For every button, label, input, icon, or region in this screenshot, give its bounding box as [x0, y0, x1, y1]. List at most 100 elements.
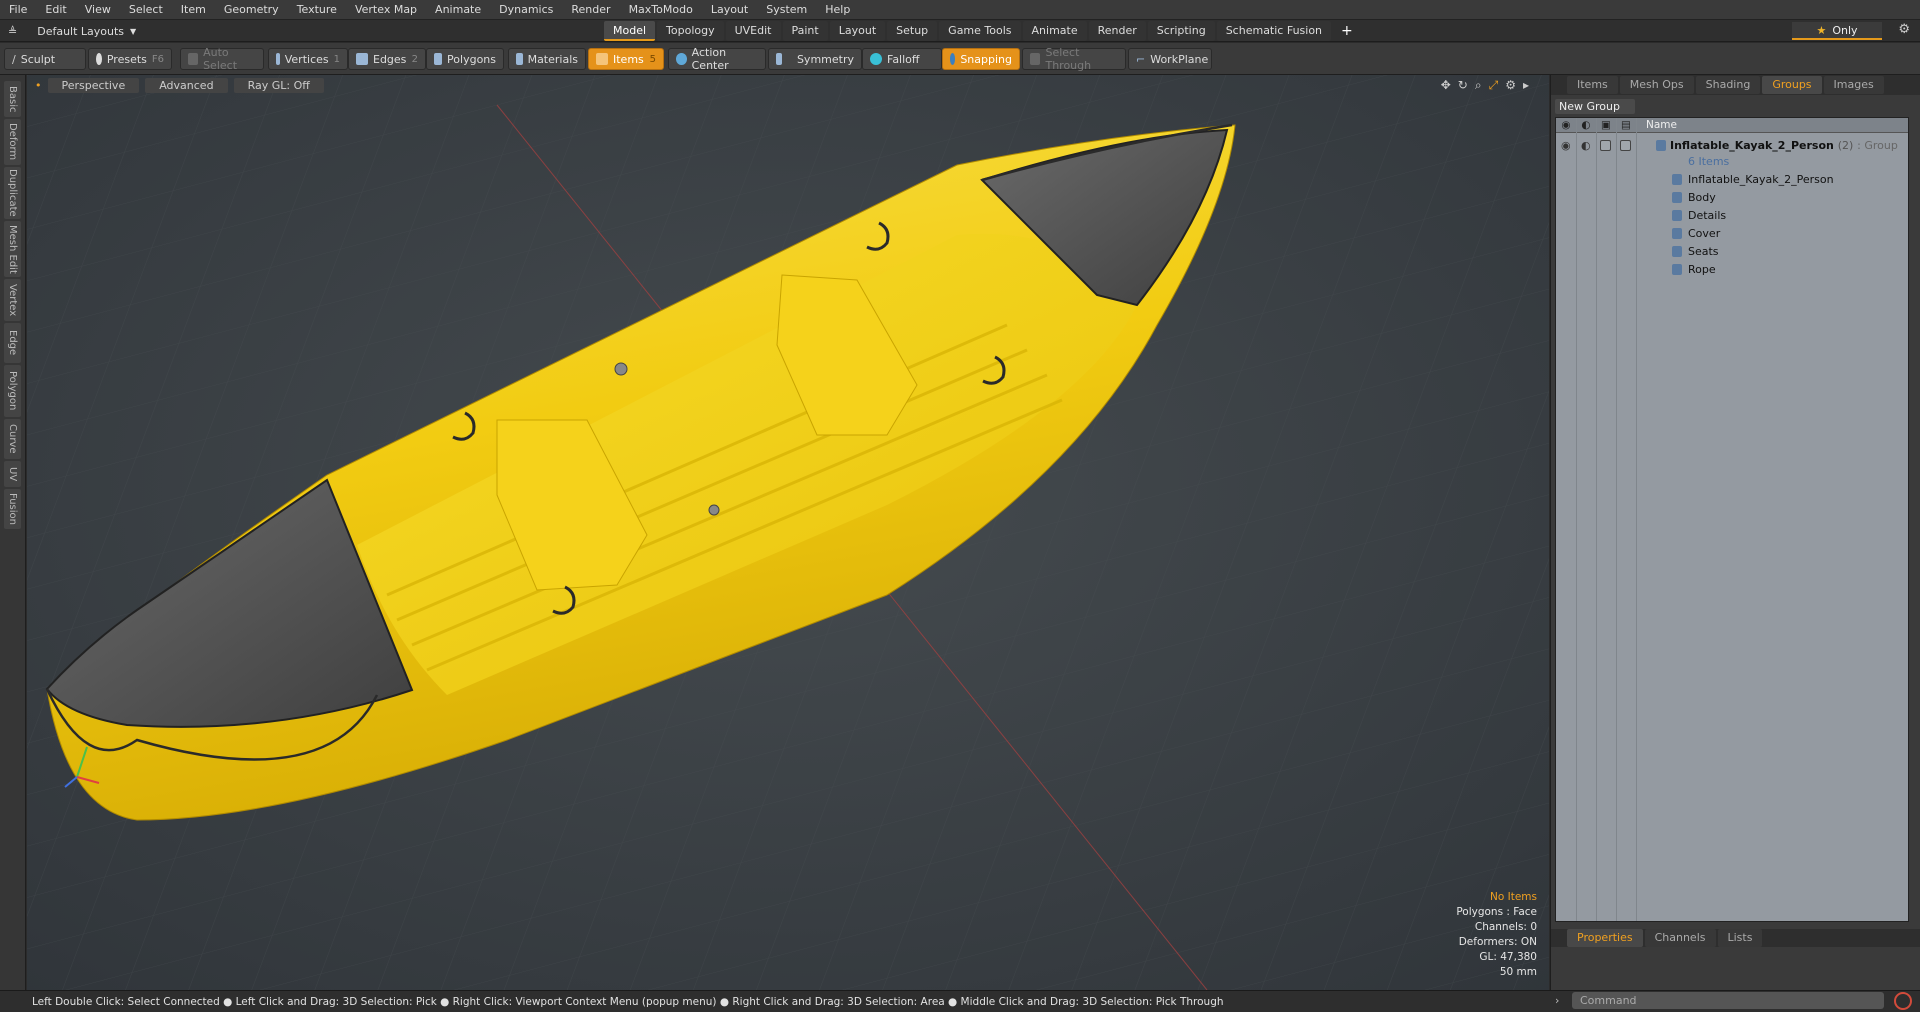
shading-button[interactable]: Advanced	[145, 77, 228, 93]
left-tab-basic[interactable]: Basic	[4, 81, 21, 117]
collapse-icon[interactable]: ≜	[8, 25, 17, 38]
panel-tab-groups[interactable]: Groups	[1762, 76, 1822, 94]
3d-viewport[interactable]: • Perspective Advanced Ray GL: Off ✥ ↻ ⌕…	[27, 75, 1549, 990]
items-button[interactable]: Items 5	[588, 48, 664, 70]
snapping-icon	[950, 53, 956, 65]
menu-item-layout[interactable]: Layout	[702, 0, 757, 20]
view-mode-button[interactable]: Perspective	[47, 77, 140, 93]
star-icon: ★	[1816, 23, 1827, 37]
lock-column-icon: ▣	[1601, 119, 1611, 131]
tab-game-tools[interactable]: Game Tools	[939, 21, 1021, 41]
panel-tab-shading[interactable]: Shading	[1695, 76, 1761, 94]
menu-item-edit[interactable]: Edit	[36, 0, 75, 20]
viewport-menu-dot[interactable]: •	[35, 79, 42, 92]
hud-scale: 50 mm	[1499, 966, 1537, 978]
command-arrow-icon[interactable]: ›	[1555, 994, 1559, 1007]
only-toggle[interactable]: ★ Only	[1792, 22, 1882, 40]
menu-item-file[interactable]: File	[0, 0, 36, 20]
menu-item-maxtomodo[interactable]: MaxToModo	[620, 0, 702, 20]
menu-item-item[interactable]: Item	[172, 0, 215, 20]
zoom-icon[interactable]: ⌕	[1475, 78, 1482, 93]
menu-item-texture[interactable]: Texture	[288, 0, 346, 20]
tab-topology[interactable]: Topology	[657, 21, 724, 41]
tab-setup[interactable]: Setup	[887, 21, 938, 41]
gear-icon[interactable]: ⚙	[1898, 22, 1910, 37]
menu-item-animate[interactable]: Animate	[426, 0, 490, 20]
snapping-button[interactable]: Snapping	[942, 48, 1020, 70]
raygl-button[interactable]: Ray GL: Off	[233, 77, 324, 93]
panel-tab-mesh-ops[interactable]: Mesh Ops	[1619, 76, 1694, 94]
tab-animate[interactable]: Animate	[1022, 21, 1087, 41]
fit-icon[interactable]: ⤢	[1489, 78, 1499, 93]
auto-select-button[interactable]: Auto Select	[180, 46, 264, 72]
render-toggle-icon[interactable]: ◐	[1581, 139, 1591, 152]
presets-button[interactable]: Presets F6	[88, 48, 172, 70]
viewport-gear-icon[interactable]: ⚙	[1505, 78, 1516, 93]
tree-item-details[interactable]: Details	[1556, 206, 1908, 224]
left-tab-fusion[interactable]: Fusion	[4, 489, 21, 529]
presets-icon	[96, 53, 102, 65]
left-tab-deform[interactable]: Deform	[4, 119, 21, 165]
tab-scripting[interactable]: Scripting	[1147, 21, 1215, 41]
tab-model[interactable]: Model	[604, 21, 656, 41]
materials-button[interactable]: Materials	[508, 48, 586, 70]
bottom-tab-properties[interactable]: Properties	[1567, 929, 1643, 947]
select-through-button[interactable]: Select Through	[1022, 46, 1126, 72]
menu-item-system[interactable]: System	[757, 0, 816, 20]
tree-item-rope[interactable]: Rope	[1556, 260, 1908, 278]
tab-uvedit[interactable]: UVEdit	[725, 21, 781, 41]
menu-item-geometry[interactable]: Geometry	[215, 0, 288, 20]
command-input[interactable]: Command	[1572, 992, 1884, 1009]
falloff-button[interactable]: Falloff	[862, 48, 942, 70]
visibility-eye-icon[interactable]: ◉	[1561, 139, 1571, 152]
vertices-label: Vertices	[284, 52, 329, 66]
tab-layout[interactable]: Layout	[829, 21, 886, 41]
symmetry-button[interactable]: Symmetry	[768, 48, 862, 70]
tree-item-inflatable-kayak-2-person[interactable]: Inflatable_Kayak_2_Person	[1556, 170, 1908, 188]
left-tab-uv[interactable]: UV	[4, 461, 21, 487]
left-tab-mesh-edit[interactable]: Mesh Edit	[4, 221, 21, 277]
tree-item-seats[interactable]: Seats	[1556, 242, 1908, 260]
action-center-button[interactable]: Action Center	[668, 46, 766, 72]
left-tab-duplicate[interactable]: Duplicate	[4, 167, 21, 219]
left-tab-curve[interactable]: Curve	[4, 419, 21, 459]
new-group-button[interactable]: New Group	[1555, 99, 1635, 114]
rotate-icon[interactable]: ↻	[1458, 78, 1468, 93]
left-tab-polygon[interactable]: Polygon	[4, 365, 21, 417]
menu-item-dynamics[interactable]: Dynamics	[490, 0, 562, 20]
lock-checkbox[interactable]	[1600, 139, 1611, 151]
tab-schematic-fusion[interactable]: Schematic Fusion	[1216, 21, 1332, 41]
tree-item-label: Body	[1688, 190, 1716, 204]
left-tab-vertex[interactable]: Vertex	[4, 279, 21, 321]
record-icon[interactable]	[1894, 992, 1912, 1010]
left-tab-edge[interactable]: Edge	[4, 323, 21, 363]
pan-icon[interactable]: ✥	[1441, 78, 1451, 93]
tab-render[interactable]: Render	[1088, 21, 1146, 41]
polygons-button[interactable]: Polygons	[426, 48, 504, 70]
bottom-tab-channels[interactable]: Channels	[1644, 929, 1716, 947]
menu-item-render[interactable]: Render	[562, 0, 619, 20]
chevron-down-icon: ▼	[130, 26, 137, 36]
tree-item-body[interactable]: Body	[1556, 188, 1908, 206]
tree-item-cover[interactable]: Cover	[1556, 224, 1908, 242]
workplane-button[interactable]: ⌐ WorkPlane	[1128, 48, 1212, 70]
vertices-button[interactable]: Vertices 1	[268, 48, 348, 70]
edges-button[interactable]: Edges 2	[348, 48, 426, 70]
panel-tab-items[interactable]: Items	[1567, 76, 1618, 94]
menu-item-help[interactable]: Help	[816, 0, 859, 20]
viewport-canvas[interactable]	[27, 75, 1549, 990]
select-checkbox[interactable]	[1620, 139, 1631, 151]
tab-paint[interactable]: Paint	[782, 21, 828, 41]
add-tab-icon[interactable]: +	[1333, 21, 1361, 41]
workplane-icon: ⌐	[1136, 52, 1146, 66]
menu-item-view[interactable]: View	[76, 0, 120, 20]
menu-item-select[interactable]: Select	[120, 0, 172, 20]
group-items-count-row: 6 Items	[1556, 152, 1908, 170]
panel-tab-images[interactable]: Images	[1823, 76, 1884, 94]
sculpt-button[interactable]: ∕ Sculpt	[4, 48, 86, 70]
menu-item-vertex-map[interactable]: Vertex Map	[346, 0, 426, 20]
expand-icon[interactable]: ▸	[1523, 78, 1529, 93]
layout-selector[interactable]: ≜ Default Layouts ▼	[8, 22, 136, 40]
action-center-icon	[676, 53, 687, 65]
bottom-tab-lists[interactable]: Lists	[1717, 929, 1763, 947]
